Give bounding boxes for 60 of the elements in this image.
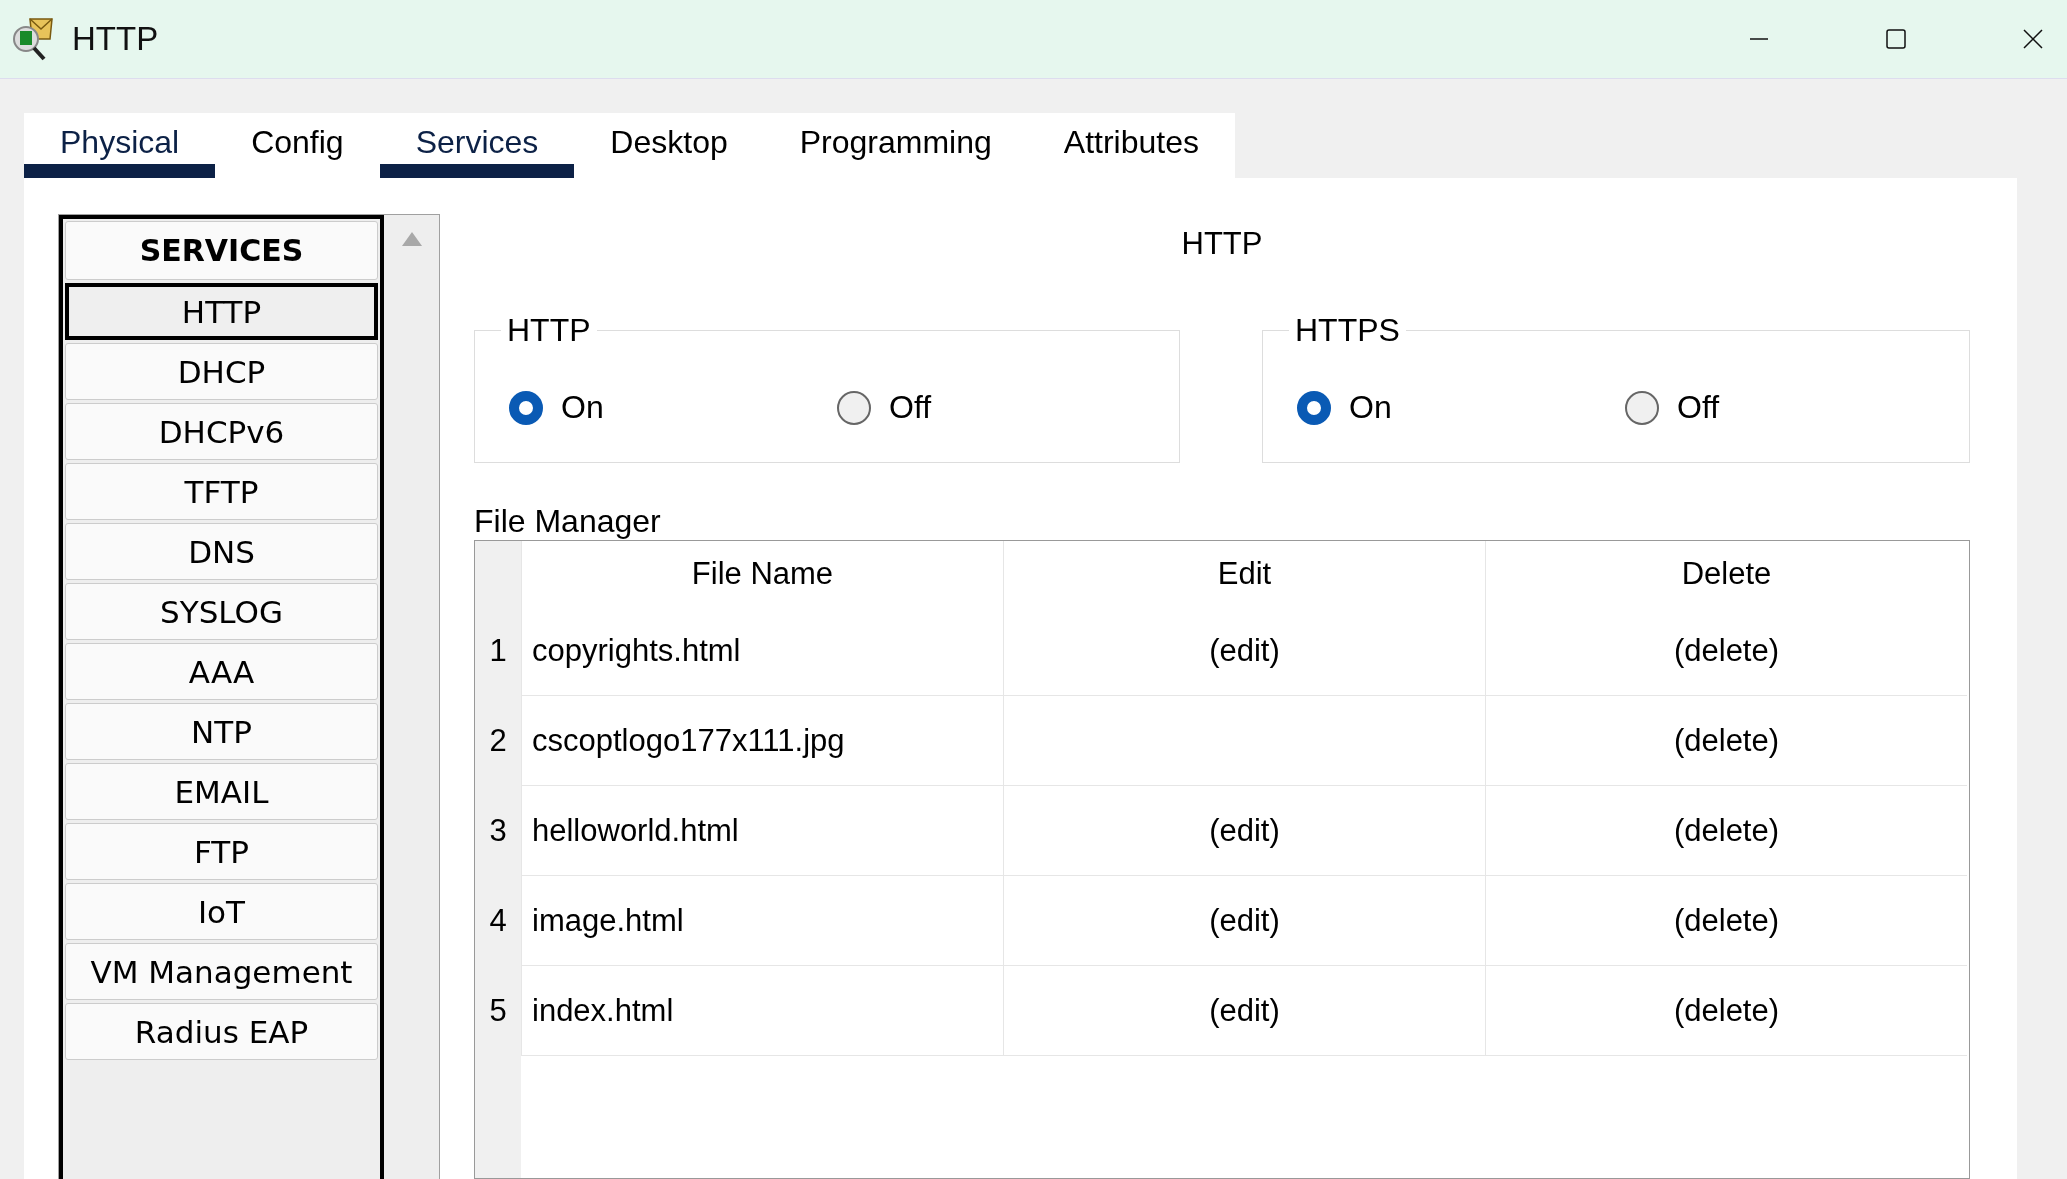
close-icon[interactable] — [2023, 29, 2043, 49]
row-number: 2 — [475, 696, 521, 786]
sidebar-item[interactable]: AAA — [65, 643, 378, 700]
radio-option[interactable]: On — [1297, 389, 1625, 426]
sidebar-item[interactable]: SYSLOG — [65, 583, 378, 640]
column-header: File Name — [521, 541, 1003, 606]
tab[interactable]: Desktop — [574, 113, 764, 178]
radio-label: On — [1349, 389, 1392, 426]
delete-link[interactable]: (delete) — [1673, 632, 1780, 669]
sidebar-item[interactable]: IoT — [65, 883, 378, 940]
sidebar-item[interactable]: DNS — [65, 523, 378, 580]
tab[interactable]: Attributes — [1027, 113, 1235, 178]
delete-link[interactable]: (delete) — [1673, 902, 1780, 939]
radio-button[interactable] — [509, 390, 543, 425]
tab[interactable]: Programming — [763, 113, 1028, 178]
delete-link[interactable]: (delete) — [1673, 722, 1780, 759]
table-cell: image.html — [521, 876, 1003, 966]
row-number: 5 — [475, 966, 521, 1056]
delete-link[interactable]: (delete) — [1673, 992, 1780, 1029]
radio-button[interactable] — [1297, 390, 1331, 425]
radio-option[interactable]: Off — [837, 389, 1179, 426]
sidebar-item[interactable]: HTTP — [65, 283, 378, 340]
sidebar-item[interactable]: DHCP — [65, 343, 378, 400]
column-header: Delete — [1485, 541, 1967, 606]
sidebar-item[interactable]: FTP — [65, 823, 378, 880]
table-cell: cscoptlogo177x111.jpg — [521, 696, 1003, 786]
sidebar-item[interactable]: TFTP — [65, 463, 378, 520]
table-cell: helloworld.html — [521, 786, 1003, 876]
edit-link[interactable]: (edit) — [1209, 812, 1280, 849]
window-title: HTTP — [72, 20, 159, 58]
row-header-cell — [475, 541, 521, 606]
sidebar-item[interactable]: EMAIL — [65, 763, 378, 820]
section-title: File Manager — [474, 503, 662, 540]
group-title: HTTP — [506, 312, 592, 349]
edit-link[interactable]: (edit) — [1209, 992, 1280, 1029]
column-header: Edit — [1003, 541, 1485, 606]
table-cell: index.html — [521, 966, 1003, 1056]
list-header: SERVICES — [65, 221, 378, 280]
tab[interactable]: Config — [215, 113, 380, 178]
sidebar-item[interactable]: DHCPv6 — [65, 403, 378, 460]
radio-button[interactable] — [837, 390, 871, 425]
radio-label: Off — [889, 389, 932, 426]
delete-link[interactable]: (delete) — [1673, 812, 1780, 849]
sidebar-item[interactable]: Radius EAP — [65, 1003, 378, 1060]
radio-label: On — [561, 389, 604, 426]
sidebar-item[interactable]: VM Management — [65, 943, 378, 1000]
sidebar-item[interactable]: NTP — [65, 703, 378, 760]
group-title: HTTPS — [1294, 312, 1401, 349]
radio-option[interactable]: On — [509, 389, 837, 426]
row-number: 3 — [475, 786, 521, 876]
row-number: 1 — [475, 606, 521, 696]
table-cell: copyrights.html — [521, 606, 1003, 696]
row-number: 4 — [475, 876, 521, 966]
radio-option[interactable]: Off — [1625, 389, 1969, 426]
radio-label: Off — [1677, 389, 1720, 426]
maximize-icon[interactable] — [1886, 29, 1906, 49]
edit-link[interactable]: (edit) — [1209, 632, 1280, 669]
page-title: HTTP — [1180, 226, 1264, 262]
edit-link[interactable]: (edit) — [1209, 902, 1280, 939]
radio-button[interactable] — [1625, 390, 1659, 425]
